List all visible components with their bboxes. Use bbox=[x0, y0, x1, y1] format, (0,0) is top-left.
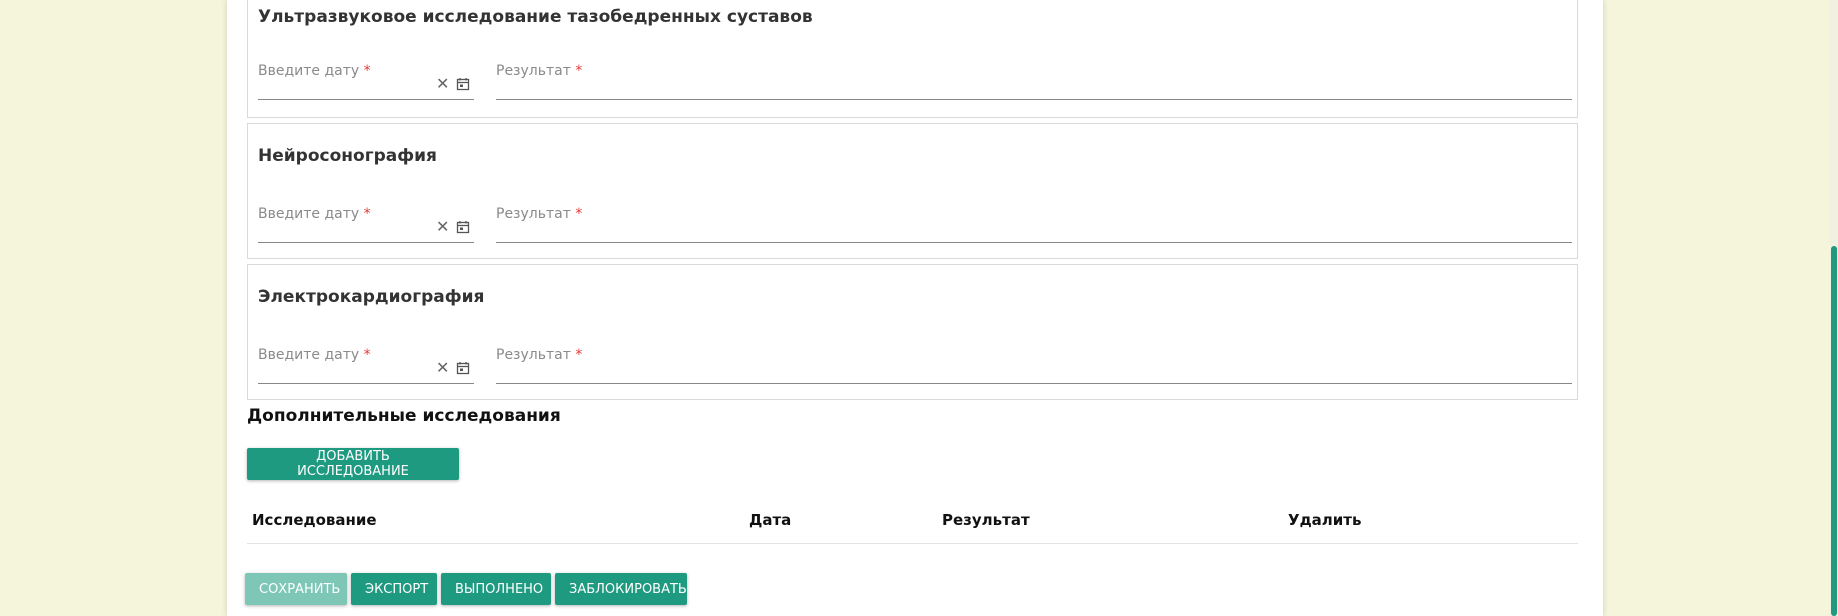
result-input[interactable]: Результат * bbox=[496, 63, 1572, 100]
add-study-button[interactable]: Добавить исследование bbox=[247, 448, 459, 480]
main-panel: Ультразвуковое исследование тазобедренны… bbox=[227, 0, 1603, 616]
study-section-ecg: Электрокардиография Введите дату * ✕ Рез… bbox=[247, 264, 1578, 400]
date-label: Введите дату bbox=[258, 347, 360, 363]
required-mark: * bbox=[363, 347, 371, 363]
date-label: Введите дату bbox=[258, 206, 360, 222]
result-label: Результат bbox=[496, 347, 571, 363]
save-button[interactable]: Сохранить bbox=[245, 573, 347, 605]
date-label: Введите дату bbox=[258, 63, 360, 79]
additional-studies-title: Дополнительные исследования bbox=[247, 406, 561, 426]
scrollbar-thumb[interactable] bbox=[1831, 246, 1837, 616]
required-mark: * bbox=[363, 206, 371, 222]
result-label: Результат bbox=[496, 206, 571, 222]
export-button[interactable]: Экспорт bbox=[351, 573, 437, 605]
section-title: Ультразвуковое исследование тазобедренны… bbox=[258, 7, 813, 27]
result-label: Результат bbox=[496, 63, 571, 79]
study-section-hip-ultrasound: Ультразвуковое исследование тазобедренны… bbox=[247, 0, 1578, 118]
required-mark: * bbox=[575, 63, 583, 79]
calendar-icon[interactable] bbox=[456, 77, 470, 91]
mark-done-button[interactable]: Выполнено bbox=[441, 573, 551, 605]
column-header-date: Дата bbox=[749, 511, 792, 529]
section-title: Нейросонография bbox=[258, 146, 437, 166]
required-mark: * bbox=[575, 347, 583, 363]
column-header-delete: Удалить bbox=[1288, 511, 1362, 529]
date-input[interactable]: Введите дату * ✕ bbox=[258, 206, 474, 243]
page-scrollbar[interactable] bbox=[1830, 0, 1838, 616]
close-icon[interactable]: ✕ bbox=[436, 76, 449, 92]
calendar-icon[interactable] bbox=[456, 220, 470, 234]
column-header-study: Исследование bbox=[252, 511, 377, 529]
section-title: Электрокардиография bbox=[258, 287, 485, 307]
date-input[interactable]: Введите дату * ✕ bbox=[258, 347, 474, 384]
required-mark: * bbox=[363, 63, 371, 79]
required-mark: * bbox=[575, 206, 583, 222]
column-header-result: Результат bbox=[942, 511, 1030, 529]
lock-button[interactable]: Заблокировать bbox=[555, 573, 687, 605]
result-input[interactable]: Результат * bbox=[496, 206, 1572, 243]
study-section-neurosonography: Нейросонография Введите дату * ✕ Результ… bbox=[247, 123, 1578, 259]
result-input[interactable]: Результат * bbox=[496, 347, 1572, 384]
additional-studies-table-header: Исследование Дата Результат Удалить bbox=[247, 505, 1578, 544]
close-icon[interactable]: ✕ bbox=[436, 360, 449, 376]
calendar-icon[interactable] bbox=[456, 361, 470, 375]
close-icon[interactable]: ✕ bbox=[436, 219, 449, 235]
date-input[interactable]: Введите дату * ✕ bbox=[258, 63, 474, 100]
